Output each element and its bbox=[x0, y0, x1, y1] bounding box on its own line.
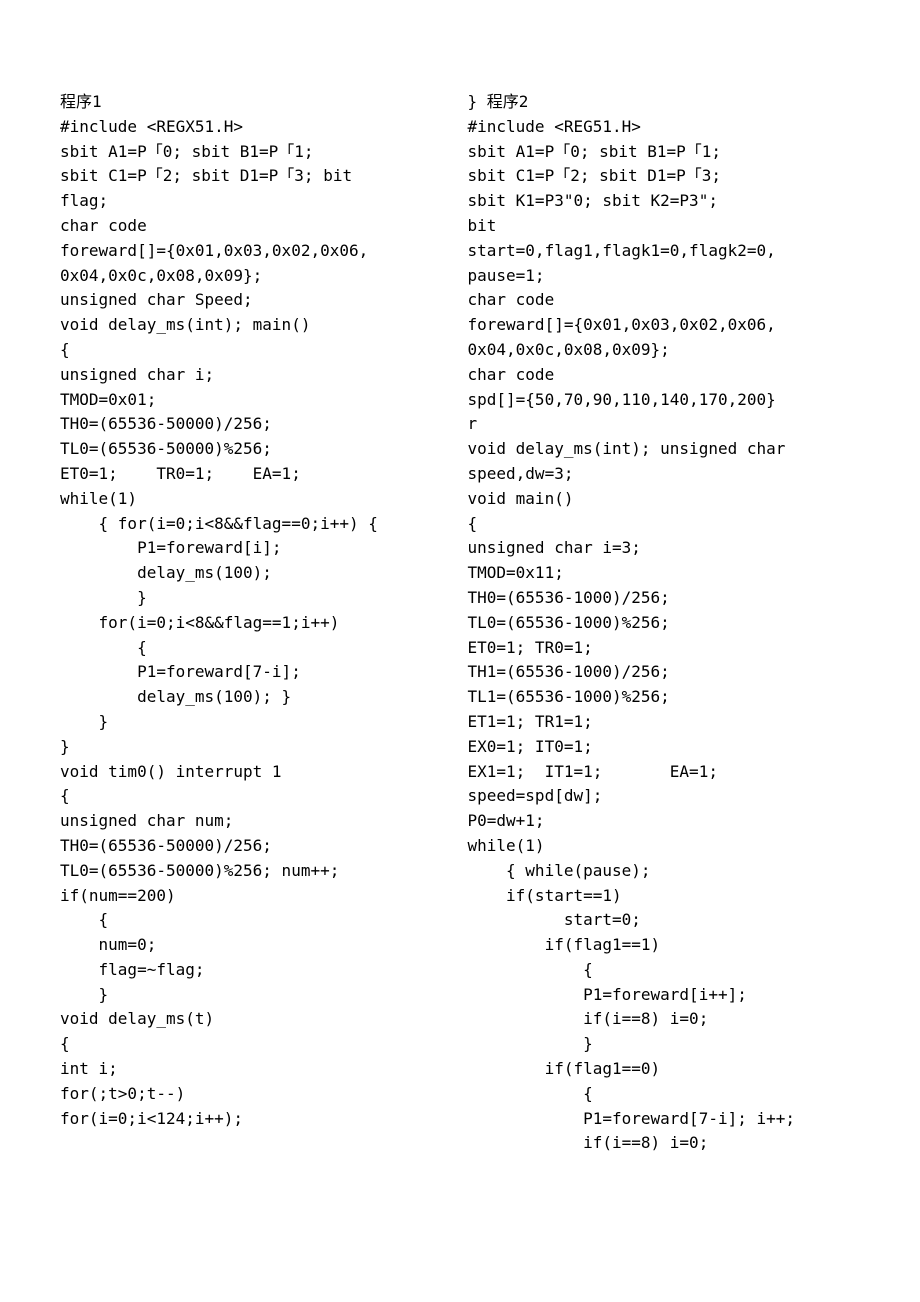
code-columns: 程序1 #include <REGX51.H> sbit A1=P「0; sbi… bbox=[60, 90, 860, 1156]
right-column: } 程序2 #include <REG51.H> sbit A1=P「0; sb… bbox=[468, 90, 861, 1156]
left-column: 程序1 #include <REGX51.H> sbit A1=P「0; sbi… bbox=[60, 90, 453, 1156]
